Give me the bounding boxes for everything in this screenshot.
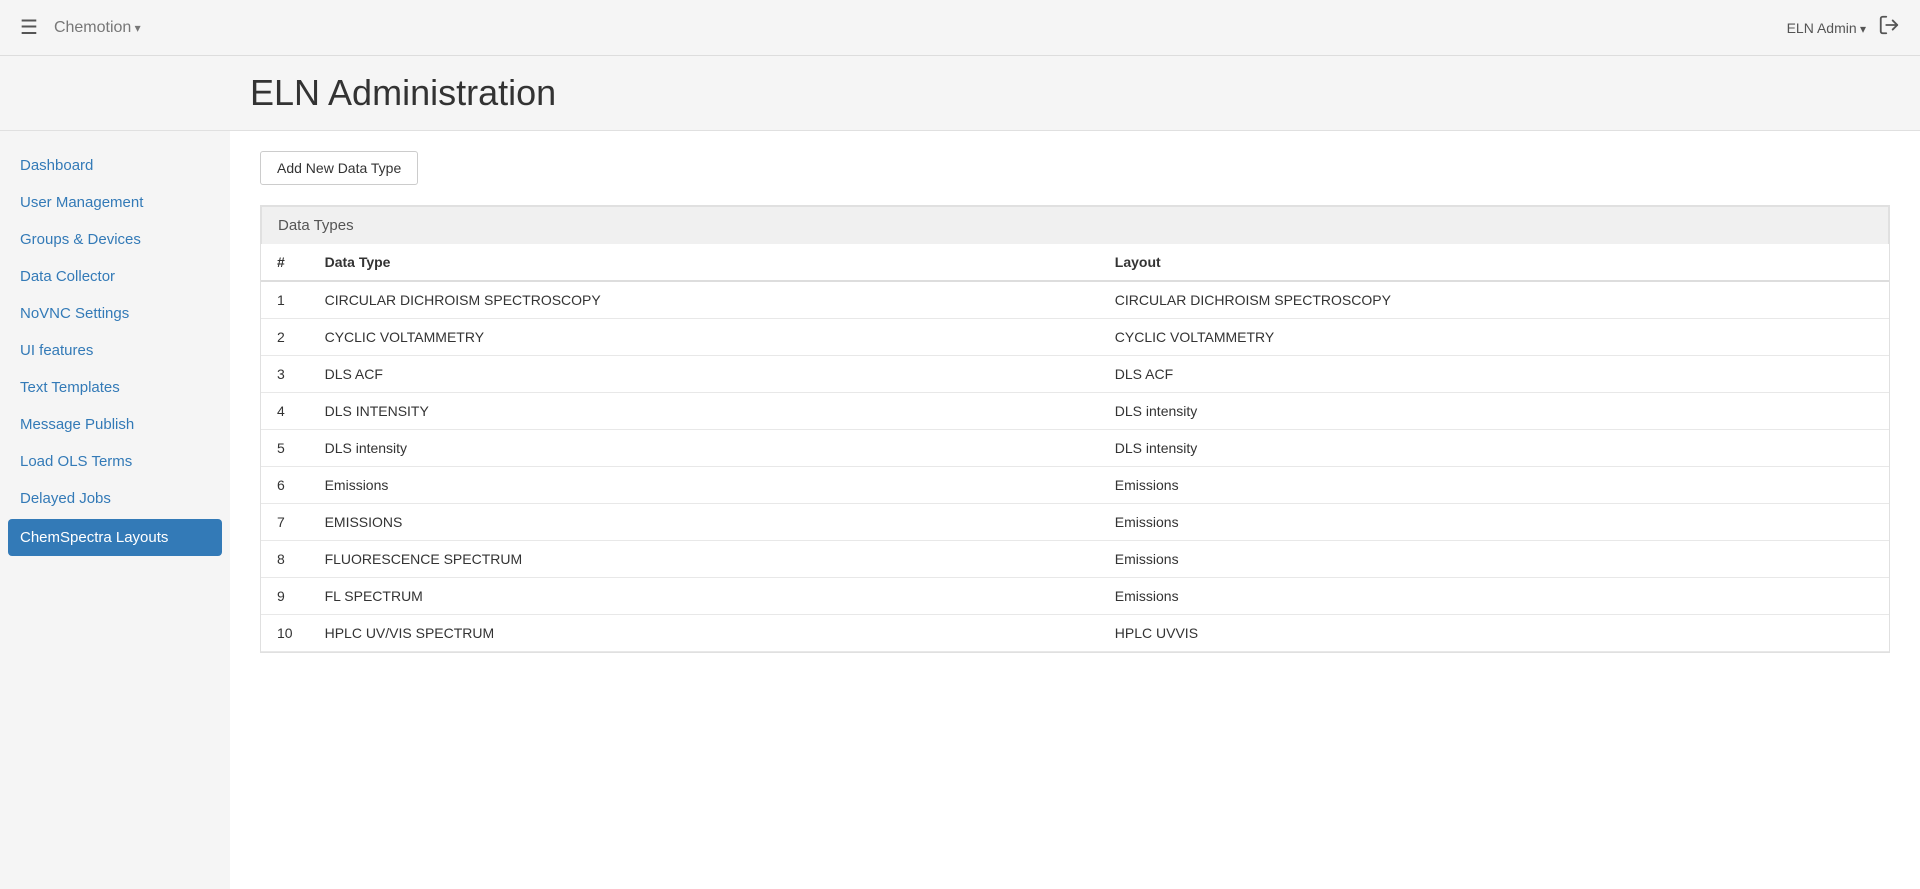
table-row: 8 FLUORESCENCE SPECTRUM Emissions	[261, 541, 1889, 578]
cell-layout: HPLC UVVIS	[1099, 615, 1889, 652]
page-title: ELN Administration	[250, 72, 1900, 114]
cell-num: 7	[261, 504, 309, 541]
data-types-table: # Data Type Layout 1 CIRCULAR DICHROISM …	[261, 244, 1889, 652]
sidebar-item-ui-features[interactable]: UI features	[0, 332, 230, 369]
cell-layout: Emissions	[1099, 504, 1889, 541]
sidebar-item-chemspectra-layouts[interactable]: ChemSpectra Layouts	[8, 519, 222, 556]
cell-num: 10	[261, 615, 309, 652]
col-header-layout: Layout	[1099, 244, 1889, 281]
cell-data-type: FLUORESCENCE SPECTRUM	[309, 541, 1099, 578]
cell-num: 9	[261, 578, 309, 615]
section-title: Data Types	[261, 206, 1889, 244]
sidebar-item-dashboard[interactable]: Dashboard	[0, 147, 230, 184]
cell-layout: Emissions	[1099, 578, 1889, 615]
cell-layout: DLS ACF	[1099, 356, 1889, 393]
sidebar-item-data-collector[interactable]: Data Collector	[0, 258, 230, 295]
cell-data-type: DLS ACF	[309, 356, 1099, 393]
cell-data-type: FL SPECTRUM	[309, 578, 1099, 615]
cell-layout: Emissions	[1099, 467, 1889, 504]
cell-num: 3	[261, 356, 309, 393]
table-row: 7 EMISSIONS Emissions	[261, 504, 1889, 541]
sidebar-item-text-templates[interactable]: Text Templates	[0, 369, 230, 406]
cell-num: 8	[261, 541, 309, 578]
table-header-row: # Data Type Layout	[261, 244, 1889, 281]
admin-user-menu[interactable]: ELN Admin	[1787, 20, 1866, 36]
cell-data-type: HPLC UV/VIS SPECTRUM	[309, 615, 1099, 652]
sidebar: Dashboard User Management Groups & Devic…	[0, 131, 230, 889]
main-content: Add New Data Type Data Types # Data Type…	[230, 131, 1920, 889]
cell-data-type: CIRCULAR DICHROISM SPECTROSCOPY	[309, 281, 1099, 319]
cell-data-type: CYCLIC VOLTAMMETRY	[309, 319, 1099, 356]
add-new-data-type-button[interactable]: Add New Data Type	[260, 151, 418, 185]
cell-data-type: EMISSIONS	[309, 504, 1099, 541]
cell-layout: DLS intensity	[1099, 430, 1889, 467]
cell-layout: Emissions	[1099, 541, 1889, 578]
sidebar-item-message-publish[interactable]: Message Publish	[0, 406, 230, 443]
cell-layout: CYCLIC VOLTAMMETRY	[1099, 319, 1889, 356]
table-row: 2 CYCLIC VOLTAMMETRY CYCLIC VOLTAMMETRY	[261, 319, 1889, 356]
table-row: 3 DLS ACF DLS ACF	[261, 356, 1889, 393]
topbar-right: ELN Admin	[1787, 14, 1900, 42]
cell-num: 2	[261, 319, 309, 356]
cell-num: 6	[261, 467, 309, 504]
table-row: 10 HPLC UV/VIS SPECTRUM HPLC UVVIS	[261, 615, 1889, 652]
sidebar-item-load-ols-terms[interactable]: Load OLS Terms	[0, 443, 230, 480]
col-header-data-type: Data Type	[309, 244, 1099, 281]
cell-layout: DLS intensity	[1099, 393, 1889, 430]
main-layout: Dashboard User Management Groups & Devic…	[0, 131, 1920, 889]
table-row: 1 CIRCULAR DICHROISM SPECTROSCOPY CIRCUL…	[261, 281, 1889, 319]
brand-name[interactable]: Chemotion	[54, 19, 141, 37]
topbar: ☰ Chemotion ELN Admin	[0, 0, 1920, 56]
table-row: 6 Emissions Emissions	[261, 467, 1889, 504]
hamburger-icon[interactable]: ☰	[20, 15, 38, 40]
cell-layout: CIRCULAR DICHROISM SPECTROSCOPY	[1099, 281, 1889, 319]
table-row: 5 DLS intensity DLS intensity	[261, 430, 1889, 467]
cell-data-type: DLS intensity	[309, 430, 1099, 467]
cell-num: 1	[261, 281, 309, 319]
sidebar-item-groups-devices[interactable]: Groups & Devices	[0, 221, 230, 258]
sidebar-item-delayed-jobs[interactable]: Delayed Jobs	[0, 480, 230, 517]
logout-icon[interactable]	[1878, 14, 1900, 42]
sidebar-item-novnc-settings[interactable]: NoVNC Settings	[0, 295, 230, 332]
data-types-section: Data Types # Data Type Layout 1 CIRCULAR…	[260, 205, 1890, 653]
topbar-left: ☰ Chemotion	[20, 15, 141, 40]
page-title-bar: ELN Administration	[0, 56, 1920, 131]
col-header-num: #	[261, 244, 309, 281]
cell-num: 4	[261, 393, 309, 430]
sidebar-item-user-management[interactable]: User Management	[0, 184, 230, 221]
table-row: 4 DLS INTENSITY DLS intensity	[261, 393, 1889, 430]
cell-data-type: DLS INTENSITY	[309, 393, 1099, 430]
table-row: 9 FL SPECTRUM Emissions	[261, 578, 1889, 615]
cell-num: 5	[261, 430, 309, 467]
cell-data-type: Emissions	[309, 467, 1099, 504]
